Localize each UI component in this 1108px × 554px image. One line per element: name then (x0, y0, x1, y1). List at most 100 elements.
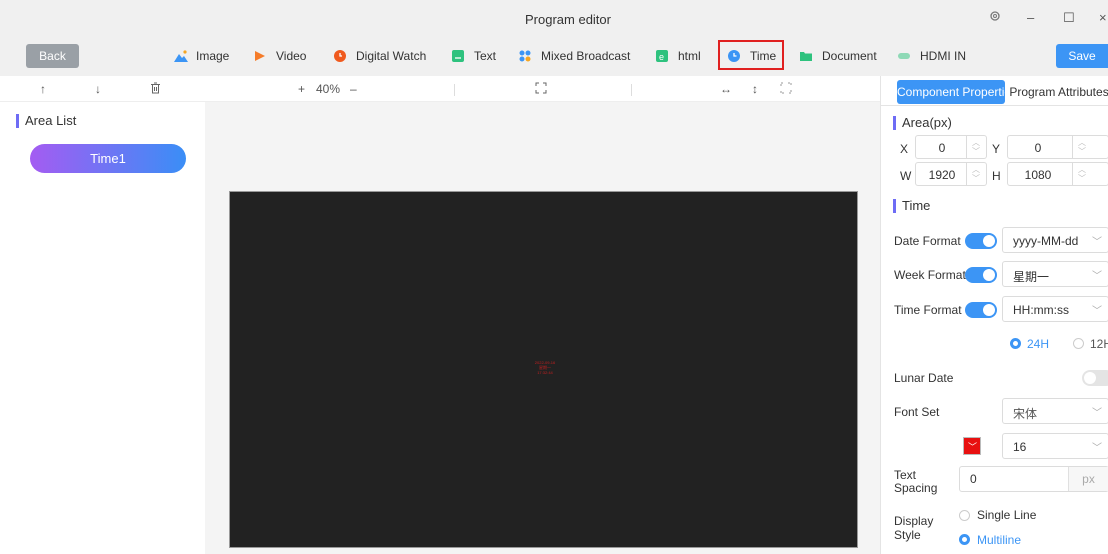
chevron-down-icon: ﹀ (1092, 237, 1102, 248)
toolbar-divider (631, 84, 632, 96)
y-stepper[interactable]: ︿ ﹀ (1072, 136, 1092, 158)
tool-document-label: Document (822, 49, 877, 63)
fit-screen-icon[interactable] (535, 82, 547, 97)
save-button[interactable]: Save (1056, 44, 1108, 68)
date-format-select[interactable]: yyyy-MM-dd ﹀ (1002, 227, 1108, 253)
move-down-button[interactable]: ↓ (95, 82, 101, 96)
tool-mixed-broadcast[interactable]: Mixed Broadcast (518, 48, 630, 64)
text-spacing-value: 0 (970, 472, 977, 486)
preview-time: 17:32:44 (537, 370, 553, 375)
delete-icon[interactable] (150, 82, 161, 97)
window-title: Program editor (525, 12, 611, 27)
week-format-toggle[interactable] (965, 267, 997, 283)
date-format-label: Date Format (894, 234, 961, 248)
tool-document[interactable]: Document (799, 48, 877, 64)
fullscreen-icon[interactable] (780, 82, 792, 97)
area-section-title: Area(px) (893, 116, 952, 130)
font-set-label: Font Set (894, 405, 940, 419)
tool-hdmi-in-label: HDMI IN (920, 49, 966, 63)
tool-hdmi-in[interactable]: HDMI IN (897, 48, 966, 64)
x-label: X (900, 142, 909, 156)
chevron-down-icon: ﹀ (1092, 306, 1102, 317)
tool-text[interactable]: Text (451, 48, 496, 64)
fit-height-button[interactable]: ↕ (752, 82, 758, 96)
font-family-select[interactable]: 宋体 ﹀ (1002, 398, 1108, 424)
back-button[interactable]: Back (26, 44, 79, 68)
tab-component-properties[interactable]: Component Properties (897, 80, 1005, 104)
zoom-out-button[interactable]: – (350, 82, 357, 96)
y-label: Y (992, 142, 1001, 156)
title-bar: Program editor – ☐ × (0, 0, 1108, 36)
minimize-button[interactable]: – (1027, 10, 1034, 25)
font-size-value: 16 (1013, 440, 1027, 454)
tool-digital-watch-label: Digital Watch (356, 49, 427, 63)
tool-video-label: Video (276, 49, 307, 63)
area-list-title: Area List (16, 114, 76, 128)
h-input[interactable]: 1080 ︿ ﹀ (1007, 162, 1108, 186)
text-icon (451, 49, 465, 63)
tool-html[interactable]: e html (655, 48, 701, 64)
chevron-down-icon: ﹀ (1092, 271, 1102, 282)
y-input[interactable]: 0 ︿ ﹀ (1007, 135, 1108, 159)
time-section-title: Time (893, 199, 930, 213)
svg-text:e: e (659, 52, 664, 62)
radio-24h[interactable] (1010, 338, 1021, 349)
x-stepper[interactable]: ︿ ﹀ (966, 136, 986, 158)
tool-image-label: Image (196, 49, 230, 63)
area-list-panel: Area List Time1 (0, 102, 205, 554)
html-icon: e (655, 49, 669, 63)
canvas-toolbar: ↑ ↓ + 40% – ↔ ↕ (0, 76, 880, 102)
tool-digital-watch[interactable]: Digital Watch (333, 48, 426, 64)
text-spacing-label: Text Spacing (894, 468, 938, 495)
move-up-button[interactable]: ↑ (40, 82, 46, 96)
time-format-value: HH:mm:ss (1013, 303, 1069, 317)
font-color-picker[interactable]: ﹀ (963, 437, 981, 455)
radio-single-line[interactable] (959, 510, 970, 521)
h-label: H (992, 169, 1001, 183)
display-style-label: Display Style (894, 514, 934, 542)
tool-time-label: Time (750, 49, 777, 63)
chevron-down-icon: ﹀ (1092, 443, 1102, 454)
font-family-value: 宋体 (1013, 407, 1038, 421)
tool-text-label: Text (474, 49, 497, 63)
clock-icon (727, 49, 741, 63)
fit-width-button[interactable]: ↔ (720, 82, 732, 96)
time-format-label: Time Format (894, 303, 962, 317)
program-screen[interactable]: 2022-09-16 星期一 17:32:44 (229, 191, 858, 548)
date-format-toggle[interactable] (965, 233, 997, 249)
time-preview[interactable]: 2022-09-16 星期一 17:32:44 (525, 360, 565, 375)
font-size-select[interactable]: 16 ﹀ (1002, 433, 1108, 459)
tool-mixed-broadcast-label: Mixed Broadcast (541, 49, 631, 63)
time-format-select[interactable]: HH:mm:ss ﹀ (1002, 296, 1108, 322)
toolbar-divider (454, 84, 455, 96)
properties-tabs: Component Properties Program Attributes (881, 76, 1108, 106)
zoom-in-button[interactable]: + (298, 82, 305, 96)
radio-12h[interactable] (1073, 338, 1084, 349)
tool-html-label: html (678, 49, 701, 63)
maximize-button[interactable]: ☐ (1063, 10, 1075, 26)
tool-time[interactable]: Time (727, 48, 776, 64)
area-item-time1[interactable]: Time1 (30, 144, 186, 173)
folder-icon (799, 49, 813, 63)
week-format-label: Week Format (894, 268, 966, 282)
h-stepper[interactable]: ︿ ﹀ (1072, 163, 1092, 185)
h-value: 1080 (1024, 168, 1052, 182)
time-format-toggle[interactable] (965, 302, 997, 318)
close-button[interactable]: × (1099, 10, 1107, 25)
x-input[interactable]: 0 ︿ ﹀ (915, 135, 987, 159)
video-icon (253, 49, 267, 63)
radio-multiline[interactable] (959, 534, 970, 545)
tab-program-attributes[interactable]: Program Attributes (1009, 80, 1108, 104)
week-format-select[interactable]: 星期一 ﹀ (1002, 261, 1108, 287)
radio-24h-label: 24H (1027, 337, 1050, 351)
w-stepper[interactable]: ︿ ﹀ (966, 163, 986, 185)
hdmi-icon (897, 49, 911, 63)
w-input[interactable]: 1920 ︿ ﹀ (915, 162, 987, 186)
tool-video[interactable]: Video (253, 48, 306, 64)
lunar-date-toggle[interactable] (1082, 370, 1108, 386)
tool-image[interactable]: Image (173, 48, 229, 64)
x-value: 0 (938, 141, 946, 155)
settings-icon[interactable] (989, 10, 1001, 25)
text-spacing-input[interactable]: 0 px (959, 466, 1108, 492)
radio-multiline-label: Multiline (977, 533, 1022, 547)
